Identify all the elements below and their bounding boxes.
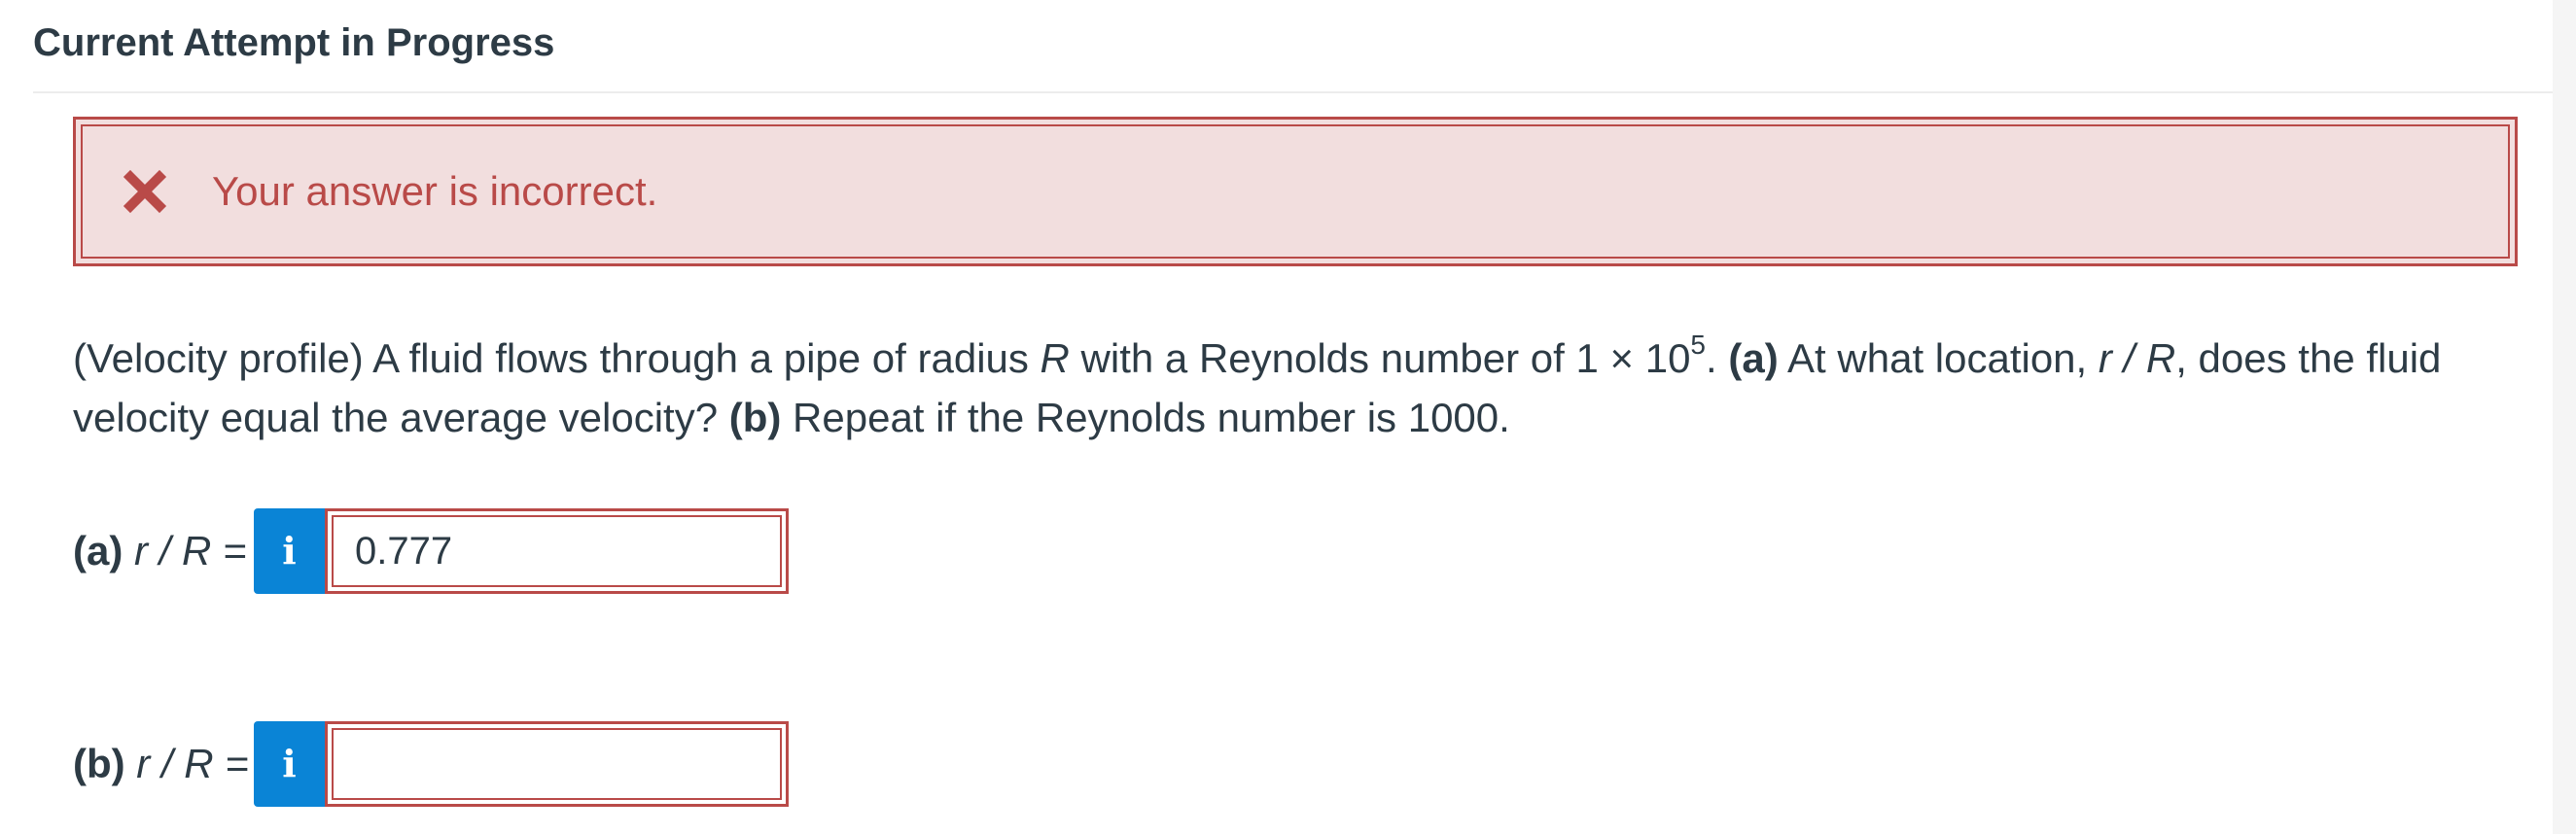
answer-input-b[interactable] [332,728,782,800]
x-icon [123,169,167,214]
info-icon: i [282,529,297,573]
question-part1: (Velocity profile) A fluid flows through… [73,335,1041,381]
question-exponent: 5 [1690,330,1706,360]
question-part4: At what location, [1778,335,2099,381]
answer-input-wrap-a [325,508,789,594]
page-title: Current Attempt in Progress [33,21,555,64]
answer-label-b-bold: (b) [73,741,125,786]
answer-row-b: (b) r / R = i [73,721,789,807]
info-button-a[interactable]: i [254,508,325,594]
answer-label-a-bold: (a) [73,528,124,573]
question-text: (Velocity profile) A fluid flows through… [73,329,2523,447]
answer-label-b: (b) r / R = [73,741,254,787]
title-divider [33,91,2553,93]
answer-label-b-var: r / R = [124,741,249,786]
question-var-R: R [1040,335,1070,381]
question-var-rR: r / R [2098,335,2176,381]
answer-input-a[interactable] [332,515,782,587]
info-icon: i [282,742,297,785]
question-part2: with a Reynolds number of 1 × 10 [1069,335,1691,381]
question-part3: . [1706,335,1729,381]
question-label-b: (b) [728,395,782,440]
answer-row-a: (a) r / R = i [73,508,789,594]
incorrect-answer-alert: Your answer is incorrect. [73,117,2518,266]
info-button-b[interactable]: i [254,721,325,807]
answer-input-wrap-b [325,721,789,807]
answer-label-a-var: r / R = [123,528,247,573]
answer-label-a: (a) r / R = [73,528,254,574]
question-part6: Repeat if the Reynolds number is 1000. [781,395,1510,440]
question-label-a: (a) [1728,335,1779,381]
alert-message: Your answer is incorrect. [212,168,658,214]
right-gutter [2553,0,2576,834]
